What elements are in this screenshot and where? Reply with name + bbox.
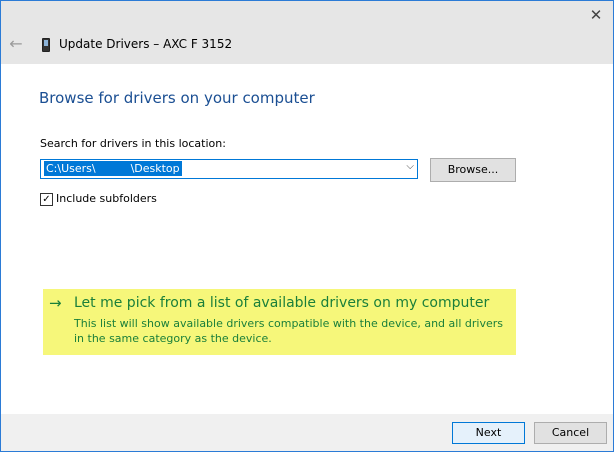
pick-from-list-description: This list will show available drivers co… <box>74 317 503 345</box>
device-icon <box>42 38 50 52</box>
next-button[interactable]: Next <box>452 422 525 444</box>
browse-button[interactable]: Browse... <box>430 158 516 182</box>
cancel-button[interactable]: Cancel <box>534 422 607 444</box>
window-title: Update Drivers – AXC F 3152 <box>59 37 233 51</box>
close-icon[interactable]: ✕ <box>585 4 607 26</box>
search-location-label: Search for drivers in this location: <box>40 137 226 150</box>
back-arrow-icon[interactable]: ← <box>6 34 26 54</box>
driver-path-combobox[interactable]: C:\Users\ \Desktop ⌵ <box>40 159 418 179</box>
include-subfolders-label[interactable]: Include subfolders <box>56 192 157 205</box>
pick-from-list-option[interactable]: → Let me pick from a list of available d… <box>43 289 516 355</box>
driver-path-value[interactable]: C:\Users\ \Desktop <box>44 161 182 176</box>
main-content: Browse for drivers on your computer Sear… <box>1 64 613 414</box>
page-heading: Browse for drivers on your computer <box>39 89 315 107</box>
pick-from-list-title[interactable]: Let me pick from a list of available dri… <box>74 295 489 311</box>
chevron-down-icon[interactable]: ⌵ <box>406 161 414 172</box>
arrow-right-icon: → <box>49 294 62 312</box>
update-drivers-dialog: ✕ ← Update Drivers – AXC F 3152 Browse f… <box>0 0 614 452</box>
dialog-footer: Next Cancel <box>1 414 613 451</box>
include-subfolders-checkbox[interactable]: ✓ <box>40 193 53 206</box>
title-bar: ✕ ← Update Drivers – AXC F 3152 <box>1 1 613 64</box>
